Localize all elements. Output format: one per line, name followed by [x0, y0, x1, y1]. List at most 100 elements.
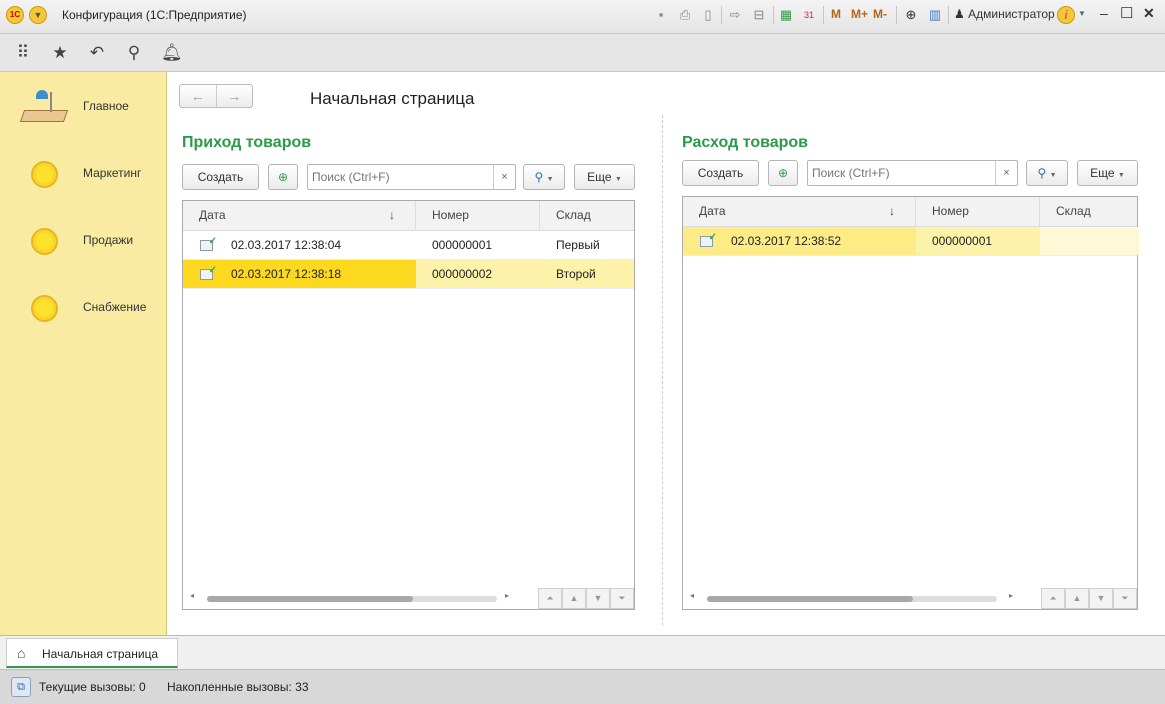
- memory-button[interactable]: M: [831, 7, 841, 21]
- history-icon[interactable]: ↶: [87, 43, 107, 63]
- sort-down-icon: ↓: [889, 204, 895, 218]
- expenses-table[interactable]: Дата ↓ Номер Склад 02.03.2017 12:38:52 00…: [682, 196, 1139, 610]
- info-icon[interactable]: i: [1057, 6, 1075, 24]
- cell-warehouse: Второй: [556, 267, 596, 281]
- page-down-icon[interactable]: ▼: [1089, 588, 1113, 609]
- search-input[interactable]: [812, 162, 992, 184]
- 1c-logo-icon: 1С: [6, 6, 24, 24]
- cell-warehouse: Первый: [556, 238, 600, 252]
- sidebar-item-main[interactable]: Главное: [0, 82, 166, 132]
- scrollbar-thumb[interactable]: [707, 596, 913, 602]
- all-functions-icon[interactable]: ⠿: [13, 43, 33, 63]
- minimize-button[interactable]: –: [1100, 5, 1108, 21]
- more-button[interactable]: Еще ▼: [574, 164, 635, 190]
- posted-document-icon: [700, 224, 717, 252]
- user-button[interactable]: ♟ Администратор: [954, 7, 1055, 21]
- zoom-icon[interactable]: ⊕: [902, 6, 920, 24]
- send-link-icon[interactable]: ⊟: [750, 6, 768, 24]
- sidebar-item-sales[interactable]: Продажи: [0, 216, 166, 266]
- column-header-date[interactable]: Дата ↓: [183, 201, 416, 230]
- search-icon[interactable]: ⚲: [124, 43, 144, 63]
- save-icon[interactable]: ▪: [652, 6, 670, 24]
- link-icon[interactable]: ⇨: [726, 6, 744, 24]
- sidebar-item-label: Продажи: [83, 233, 134, 247]
- notifications-bell-icon[interactable]: 🔔︎: [161, 43, 183, 63]
- scroll-right-icon[interactable]: ▸: [505, 591, 509, 600]
- column-header-warehouse[interactable]: Склад: [540, 201, 636, 230]
- tab-home-page[interactable]: ⌂ Начальная страница: [6, 638, 178, 668]
- column-header-warehouse[interactable]: Склад: [1040, 197, 1139, 226]
- search-input[interactable]: [312, 166, 492, 188]
- cell-date: 02.03.2017 12:38:04: [231, 238, 342, 252]
- table-row-selected[interactable]: 02.03.2017 12:38:52 000000001: [683, 224, 1139, 256]
- create-button[interactable]: Создать: [682, 160, 759, 186]
- performance-icon[interactable]: ⧉: [11, 677, 31, 697]
- horizontal-scrollbar[interactable]: ◂ ▸ ⏶ ▲ ▼ ⏷: [183, 587, 634, 609]
- receipts-table[interactable]: Дата ↓ Номер Склад 02.03.2017 12:38:04 00…: [182, 200, 635, 610]
- back-arrow-icon[interactable]: ←: [180, 85, 217, 107]
- maximize-button[interactable]: ☐: [1120, 4, 1133, 22]
- receipts-title: Приход товаров: [182, 134, 312, 151]
- cell-warehouse: [1040, 227, 1139, 255]
- last-page-icon[interactable]: ⏷: [610, 588, 634, 609]
- cell-date: 02.03.2017 12:38:18: [231, 267, 342, 281]
- sections-sidebar: Главное Маркетинг Продажи Снабжение: [0, 72, 167, 636]
- calculator-icon[interactable]: ▦: [777, 6, 795, 24]
- clear-search-icon[interactable]: ×: [995, 161, 1017, 185]
- scroll-right-icon[interactable]: ▸: [1009, 591, 1013, 600]
- header-label: Дата: [699, 204, 726, 218]
- first-page-icon[interactable]: ⏶: [538, 588, 562, 609]
- cell-number: 000000001: [932, 234, 993, 248]
- memory-plus-button[interactable]: M+: [851, 7, 868, 21]
- create-button[interactable]: Создать: [182, 164, 259, 190]
- sort-down-icon: ↓: [389, 208, 395, 222]
- header-label: Дата: [199, 208, 226, 222]
- sidebar-item-supply[interactable]: Снабжение: [0, 283, 166, 333]
- main-menu-button[interactable]: ▼: [29, 6, 47, 24]
- calendar-icon[interactable]: 31: [800, 6, 818, 24]
- table-row-selected[interactable]: 02.03.2017 12:38:18 000000002 Второй: [183, 257, 634, 289]
- sidebar-item-label: Маркетинг: [83, 166, 142, 180]
- search-options-button[interactable]: ⚲ ▼: [523, 164, 565, 190]
- page-up-icon[interactable]: ▲: [1065, 588, 1089, 609]
- clear-search-icon[interactable]: ×: [493, 165, 515, 189]
- print-icon[interactable]: ⎙: [676, 6, 694, 24]
- user-icon: ♟: [954, 7, 965, 21]
- window-title: Конфигурация (1С:Предприятие): [62, 8, 247, 22]
- table-header: Дата ↓ Номер Склад: [183, 201, 634, 231]
- table-header: Дата ↓ Номер Склад: [683, 197, 1137, 227]
- memory-minus-button[interactable]: M-: [873, 7, 887, 21]
- favorites-star-icon[interactable]: ★: [50, 43, 70, 63]
- more-label: Еще: [587, 170, 612, 184]
- panels-icon[interactable]: ▥: [926, 6, 944, 24]
- scrollbar-thumb[interactable]: [207, 596, 413, 602]
- sidebar-item-marketing[interactable]: Маркетинг: [0, 149, 166, 199]
- forward-arrow-icon[interactable]: →: [217, 85, 253, 107]
- last-page-icon[interactable]: ⏷: [1113, 588, 1137, 609]
- copy-document-icon[interactable]: ⊕: [268, 164, 298, 190]
- scroll-left-icon[interactable]: ◂: [690, 591, 694, 600]
- sidebar-item-label: Главное: [83, 99, 129, 113]
- table-row[interactable]: 02.03.2017 12:38:04 000000001 Первый: [183, 228, 634, 260]
- search-input-box: ×: [807, 160, 1018, 186]
- expenses-title: Расход товаров: [682, 134, 809, 151]
- scroll-left-icon[interactable]: ◂: [190, 591, 194, 600]
- horizontal-scrollbar[interactable]: ◂ ▸ ⏶ ▲ ▼ ⏷: [683, 587, 1137, 609]
- posted-document-icon: [200, 228, 217, 256]
- section-circle-icon: [31, 295, 58, 322]
- copy-document-icon[interactable]: ⊕: [768, 160, 798, 186]
- preview-icon[interactable]: ▯: [699, 6, 717, 24]
- close-button[interactable]: ✕: [1143, 5, 1155, 22]
- column-header-number[interactable]: Номер: [416, 201, 540, 230]
- posted-document-icon: [200, 257, 217, 285]
- search-options-button[interactable]: ⚲ ▼: [1026, 160, 1068, 186]
- sidebar-item-label: Снабжение: [83, 300, 147, 314]
- more-button[interactable]: Еще ▼: [1077, 160, 1138, 186]
- page-title: Начальная страница: [310, 89, 475, 108]
- first-page-icon[interactable]: ⏶: [1041, 588, 1065, 609]
- page-down-icon[interactable]: ▼: [586, 588, 610, 609]
- page-up-icon[interactable]: ▲: [562, 588, 586, 609]
- column-header-date[interactable]: Дата ↓: [683, 197, 916, 226]
- chevron-down-icon[interactable]: ▼: [1078, 9, 1086, 18]
- column-header-number[interactable]: Номер: [916, 197, 1040, 226]
